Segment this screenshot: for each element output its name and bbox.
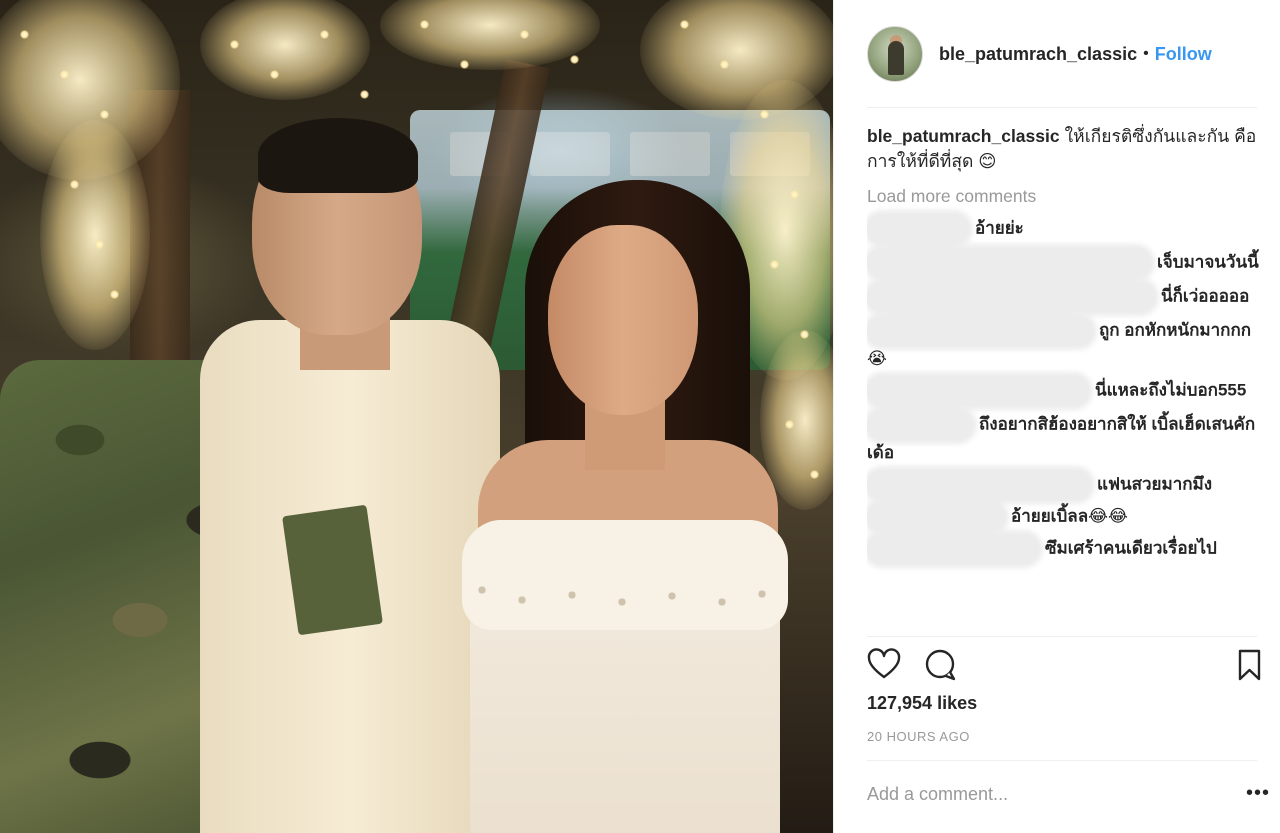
blurred-username [867,502,1005,532]
speech-bubble-icon[interactable] [923,648,957,682]
add-comment-input[interactable]: Add a comment... [867,784,1187,805]
header-divider [867,107,1257,108]
comment-text: นี่แหละถึงไม่บอก555 [1095,380,1247,400]
comment-text: อ้ายย่ะ [975,218,1024,238]
comment-item: แฟนสวยมากมึง [867,470,1259,500]
photo-man-hair [258,118,418,193]
comment-item: อ้ายยเบิ้ลล😂😂 [867,502,1259,532]
comment-item: เจ็บมาจนวันนี้ [867,248,1259,278]
caption-username[interactable]: ble_patumrach_classic [867,126,1060,146]
heart-icon[interactable] [867,648,901,682]
photo-dress-frill [462,520,788,630]
comment-text: นี่ก็เว่อออออ [1161,286,1250,306]
comments-list[interactable]: ble_patumrach_classic ให้เกียรติซึ่งกันแล… [867,124,1259,634]
post-caption: ble_patumrach_classic ให้เกียรติซึ่งกันแล… [867,124,1259,174]
more-options-icon[interactable]: ••• [1246,783,1270,803]
blurred-username [867,410,973,440]
post-header: ble_patumrach_classic • Follow [867,24,1257,84]
actions-divider [867,636,1257,637]
photo-camo-patch [282,504,383,636]
comment-text: เจ็บมาจนวันนี้ [1157,252,1259,272]
blurred-username [867,470,1091,500]
comment-item: นี่แหละถึงไม่บอก555 [867,376,1259,406]
blurred-username [867,248,1151,278]
post-username[interactable]: ble_patumrach_classic [939,44,1137,65]
blurred-username [867,376,1089,406]
comment-item: ถูก อกหักหนักมากกก😭 [867,316,1259,372]
avatar[interactable] [867,26,923,82]
blurred-username [867,534,1039,564]
likes-count[interactable]: 127,954 likes [867,693,977,714]
blurred-username [867,214,969,244]
comment-item: ถึงอยากสิฮ้องอยากสิให้ เบิ้ลเฮ็ดเสนคักเด… [867,410,1259,466]
load-more-comments-button[interactable]: Load more comments [867,182,1259,210]
post-photo[interactable] [0,0,833,833]
comment-item: นี่ก็เว่อออออ [867,282,1259,312]
follow-button[interactable]: Follow [1155,44,1212,65]
post-timestamp[interactable]: 20 HOURS AGO [867,729,970,744]
comment-item: ซึมเศร้าคนเดียวเรื่อยไป [867,534,1259,564]
post-side-panel: ble_patumrach_classic • Follow ble_patum… [833,0,1280,833]
comment-text: แฟนสวยมากมึง [1097,474,1213,494]
blurred-username [867,282,1155,312]
photo-woman-face [548,225,698,415]
comment-box-divider [867,760,1257,761]
comment-text: อ้ายยเบิ้ลล😂😂 [1011,506,1128,526]
bookmark-icon[interactable] [1233,648,1267,682]
comment-item: อ้ายย่ะ [867,214,1259,244]
separator-dot: • [1143,45,1149,62]
comment-text: ซึมเศร้าคนเดียวเรื่อยไป [1045,538,1217,558]
post-actions [867,646,1261,686]
blurred-username [867,316,1093,346]
